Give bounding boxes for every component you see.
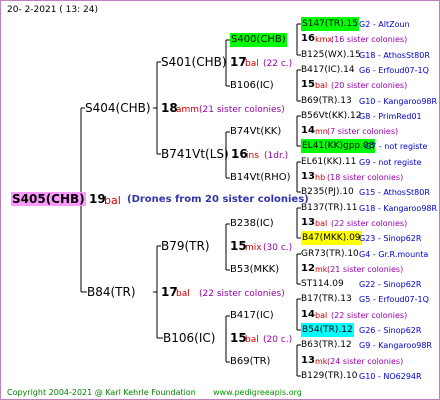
pedigree-frame: 20- 2-2021 ( 13: 24) S405(CHB) 19 bal (D… [0,0,440,400]
gen4-info: G18 - Kangaroo98R [359,204,438,213]
gen4-info: G23 - Sinop62R [359,234,422,243]
gen4-item[interactable]: GR73(TR).10 [301,247,359,261]
gen4-abbr: bal [315,311,328,320]
gen1-sire-abbr: bal [176,289,190,299]
gen4-note: (16 sister colonies) [331,35,408,44]
gen3-item[interactable]: B14Vt(RHO) [230,171,291,185]
gen2-note: (30 c.) [263,243,293,253]
gen3-item[interactable]: S400(CHB) [230,33,287,47]
gen4-count: 13 [301,171,315,182]
gen4-item[interactable]: B47(MKK).09 [301,231,362,245]
gen4-abbr: bal [315,81,328,90]
gen4-item[interactable]: B54(TR).12 [301,323,354,337]
gen4-info: G26 - Sinop62R [359,326,422,335]
gen4-note: (22 sister colonies) [331,219,408,228]
gen4-count: 14 [301,125,315,136]
gen4-item[interactable]: B17(TR).13 [301,292,352,306]
gen4-info: G7 - not registe [365,142,428,151]
gen4-count: 15 [301,79,315,90]
gen1-sire-note: (22 sister colonies) [199,289,285,299]
gen3-item[interactable]: B106(IC) [230,79,274,93]
gen4-note: (18 sister colonies) [327,173,404,182]
gen4-info: G10 - NO6294R [359,372,422,381]
gen4-info: G6 - Erfoud07-1Q [359,66,429,75]
gen4-info: G8 - PrimRed01 [359,112,422,121]
gen2-item[interactable]: B106(IC) [163,331,215,345]
gen3-item[interactable]: B417(IC) [230,309,274,323]
date-stamp: 20- 2-2021 ( 13: 24) [7,5,98,15]
gen4-info: G9 - not registe [359,158,422,167]
gen4-abbr: mk [315,265,328,274]
gen1-dam-note: (21 sister colonies) [199,105,285,115]
gen2-note: (1dr.) [264,151,289,161]
gen4-abbr: bal [315,219,328,228]
gen4-note: (21 sister colonies) [327,265,404,274]
gen2-abbr: ins [246,151,259,161]
gen1-sire[interactable]: B84(TR) [87,285,136,299]
gen4-info: G5 - Erfoud07-1Q [359,295,429,304]
gen2-note: (22 c.) [263,59,293,69]
gen4-info: G10 - Kangaroo98R [359,97,438,106]
gen4-item[interactable]: B63(TR).12 [301,338,352,352]
gen4-item[interactable]: B125(WX).15 [301,48,361,62]
root-note: (Drones from 20 sister colonies) [127,194,309,205]
gen2-item[interactable]: B79(TR) [161,239,210,253]
gen4-item[interactable]: B137(TR).11 [301,201,357,215]
gen4-note: (20 sister colonies) [331,81,408,90]
root-queen[interactable]: S405(CHB) [11,192,86,206]
gen4-item[interactable]: EL61(KK).11 [301,155,356,169]
gen2-abbr: bal [245,335,259,345]
gen4-count: 13 [301,217,315,228]
gen2-note: (20 c.) [263,335,293,345]
gen4-abbr: mk [315,357,328,366]
gen4-note: (22 sister colonies) [331,311,408,320]
gen1-dam[interactable]: S404(CHB) [85,101,151,115]
gen4-item[interactable]: B129(TR).10 [301,369,357,383]
gen4-note: (24 sister colonies) [327,357,404,366]
gen3-item[interactable]: B69(TR) [230,355,270,369]
root-abbr: bal [104,194,121,207]
gen4-abbr: kmx [315,35,333,44]
gen4-item[interactable]: B56Vt(KK).12 [301,109,361,123]
gen3-item[interactable]: B74Vt(KK) [230,125,281,139]
gen4-info: G18 - AthosSt80R [359,51,430,60]
gen4-note: (7 sister colonies) [327,127,399,136]
gen2-abbr: bal [245,59,259,69]
gen4-item[interactable]: B235(PJ).10 [301,185,354,199]
gen4-abbr: mn [315,127,328,136]
gen4-count: 12 [301,263,315,274]
gen4-info: G22 - Sinop62R [359,280,422,289]
gen2-item[interactable]: S401(CHB) [161,55,227,69]
copyright: Copyright 2004-2021 @ Karl Kehrle Founda… [7,388,196,397]
site-link[interactable]: www.pedigreeapis.org [213,386,302,399]
gen4-info: G4 - Gr.R.mounta [359,250,429,259]
gen4-item[interactable]: B69(TR).13 [301,94,352,108]
gen4-count: 16 [301,33,315,44]
gen4-item[interactable]: ST114.09 [301,277,344,291]
gen4-count: 13 [301,355,315,366]
gen2-abbr: mix [245,243,262,253]
gen3-item[interactable]: B53(MKK) [230,263,279,277]
gen4-info: G2 - AltZoun [359,20,410,29]
gen2-item[interactable]: B741Vt(LS) [161,147,229,161]
gen4-info: G15 - AthosSt80R [359,188,430,197]
gen4-abbr: hb [315,173,326,182]
gen3-item[interactable]: B238(IC) [230,217,274,231]
gen4-info: G9 - Kangaroo98R [359,341,432,350]
gen4-item[interactable]: S147(TR).15 [301,17,359,31]
gen4-item[interactable]: B417(IC).14 [301,63,355,77]
gen4-count: 14 [301,309,315,320]
gen1-dam-abbr: amm [176,105,200,115]
